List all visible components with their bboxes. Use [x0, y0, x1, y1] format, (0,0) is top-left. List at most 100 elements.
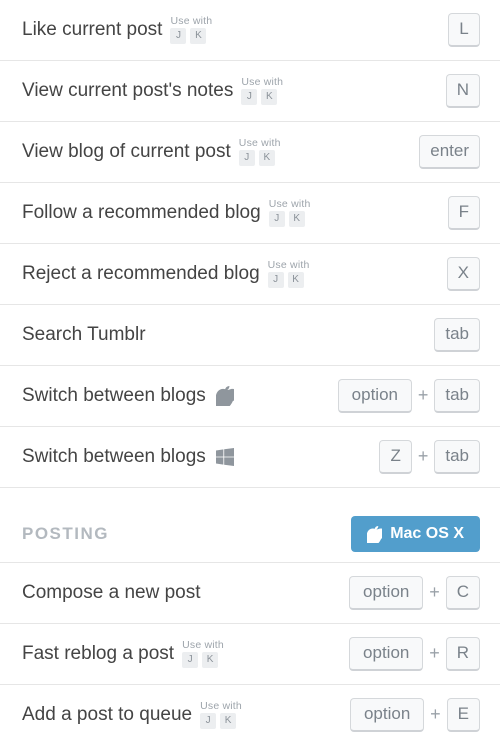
- row-left: View current post's notes Use with J K: [22, 77, 283, 106]
- mini-key-j: J: [241, 89, 257, 105]
- mini-key-k: K: [202, 652, 218, 668]
- mini-key-k: K: [289, 211, 305, 227]
- plus-separator: +: [418, 446, 429, 468]
- use-with-keys: J K: [239, 150, 275, 166]
- shortcut-label: View blog of current post: [22, 141, 231, 164]
- use-with-text: Use with: [170, 16, 212, 27]
- plus-separator: +: [418, 385, 429, 407]
- shortcut-keys: option + R: [349, 637, 480, 671]
- mini-key-k: K: [220, 713, 236, 729]
- mini-key-k: K: [190, 28, 206, 44]
- shortcut-row: Add a post to queue Use with J K option …: [0, 685, 500, 745]
- shortcut-keys: Z + tab: [379, 440, 480, 474]
- keycap: option: [349, 637, 423, 671]
- shortcut-row: Follow a recommended blog Use with J K F: [0, 183, 500, 244]
- use-with-hint: Use with J K: [239, 138, 281, 167]
- shortcut-row: Like current post Use with J K L: [0, 0, 500, 61]
- use-with-keys: J K: [200, 713, 236, 729]
- row-left: Search Tumblr: [22, 324, 146, 347]
- keycap: L: [448, 13, 480, 47]
- use-with-text: Use with: [182, 640, 224, 651]
- shortcut-row: Switch between blogs option + tab: [0, 366, 500, 427]
- shortcut-row: View blog of current post Use with J K e…: [0, 122, 500, 183]
- windows-icon: [216, 448, 234, 466]
- use-with-text: Use with: [239, 138, 281, 149]
- os-toggle-label: Mac OS X: [390, 524, 464, 543]
- shortcut-label: Reject a recommended blog: [22, 263, 260, 286]
- shortcut-label: Add a post to queue: [22, 704, 192, 727]
- mini-key-j: J: [269, 211, 285, 227]
- shortcut-keys: X: [447, 257, 480, 291]
- shortcut-keys: N: [446, 74, 480, 108]
- keycap: C: [446, 576, 480, 610]
- shortcut-list: Like current post Use with J K L View cu…: [0, 0, 500, 745]
- keycap: tab: [434, 440, 480, 474]
- shortcut-label: View current post's notes: [22, 80, 233, 103]
- mini-key-k: K: [288, 272, 304, 288]
- row-left: Follow a recommended blog Use with J K: [22, 199, 311, 228]
- plus-separator: +: [430, 704, 441, 726]
- shortcut-row: Fast reblog a post Use with J K option +…: [0, 624, 500, 685]
- shortcut-row: Reject a recommended blog Use with J K X: [0, 244, 500, 305]
- shortcut-keys: tab: [434, 318, 480, 352]
- mini-key-j: J: [170, 28, 186, 44]
- keycap: option: [338, 379, 412, 413]
- use-with-hint: Use with J K: [182, 640, 224, 669]
- shortcut-label: Follow a recommended blog: [22, 202, 261, 225]
- keycap: X: [447, 257, 480, 291]
- mini-key-j: J: [182, 652, 198, 668]
- apple-icon: [367, 526, 382, 543]
- use-with-hint: Use with J K: [268, 260, 310, 289]
- use-with-hint: Use with J K: [200, 701, 242, 730]
- plus-separator: +: [429, 582, 440, 604]
- use-with-hint: Use with J K: [170, 16, 212, 45]
- row-left: Reject a recommended blog Use with J K: [22, 260, 310, 289]
- row-left: View blog of current post Use with J K: [22, 138, 281, 167]
- keycap: E: [447, 698, 480, 732]
- keycap: option: [349, 576, 423, 610]
- keycap: R: [446, 637, 480, 671]
- mini-key-j: J: [200, 713, 216, 729]
- use-with-keys: J K: [268, 272, 304, 288]
- os-toggle-button[interactable]: Mac OS X: [351, 516, 480, 552]
- use-with-keys: J K: [241, 89, 277, 105]
- shortcut-keys: option + tab: [338, 379, 480, 413]
- row-left: Compose a new post: [22, 582, 201, 605]
- row-left: Fast reblog a post Use with J K: [22, 640, 224, 669]
- use-with-keys: J K: [170, 28, 206, 44]
- shortcut-label: Fast reblog a post: [22, 643, 174, 666]
- shortcut-row: Search Tumblr tab: [0, 305, 500, 366]
- use-with-text: Use with: [241, 77, 283, 88]
- shortcut-keys: L: [448, 13, 480, 47]
- row-left: Switch between blogs: [22, 385, 234, 408]
- shortcut-keys: F: [448, 196, 480, 230]
- keycap: N: [446, 74, 480, 108]
- shortcut-label: Compose a new post: [22, 582, 201, 605]
- use-with-text: Use with: [200, 701, 242, 712]
- keycap: Z: [379, 440, 411, 474]
- plus-separator: +: [429, 643, 440, 665]
- use-with-text: Use with: [268, 260, 310, 271]
- shortcut-keys: enter: [419, 135, 480, 169]
- section-title: POSTING: [22, 524, 109, 544]
- use-with-keys: J K: [269, 211, 305, 227]
- shortcut-row: Switch between blogs Z + tab: [0, 427, 500, 488]
- apple-icon: [216, 386, 234, 406]
- row-left: Like current post Use with J K: [22, 16, 212, 45]
- keycap: option: [350, 698, 424, 732]
- mini-key-j: J: [239, 150, 255, 166]
- mini-key-k: K: [259, 150, 275, 166]
- shortcut-row: View current post's notes Use with J K N: [0, 61, 500, 122]
- use-with-text: Use with: [269, 199, 311, 210]
- shortcut-keys: option + C: [349, 576, 480, 610]
- row-left: Add a post to queue Use with J K: [22, 701, 242, 730]
- row-left: Switch between blogs: [22, 446, 234, 469]
- shortcut-label: Switch between blogs: [22, 385, 206, 408]
- mini-key-k: K: [261, 89, 277, 105]
- use-with-keys: J K: [182, 652, 218, 668]
- shortcut-label: Like current post: [22, 19, 162, 42]
- use-with-hint: Use with J K: [269, 199, 311, 228]
- shortcut-row: Compose a new post option + C: [0, 563, 500, 624]
- shortcut-label: Switch between blogs: [22, 446, 206, 469]
- mini-key-j: J: [268, 272, 284, 288]
